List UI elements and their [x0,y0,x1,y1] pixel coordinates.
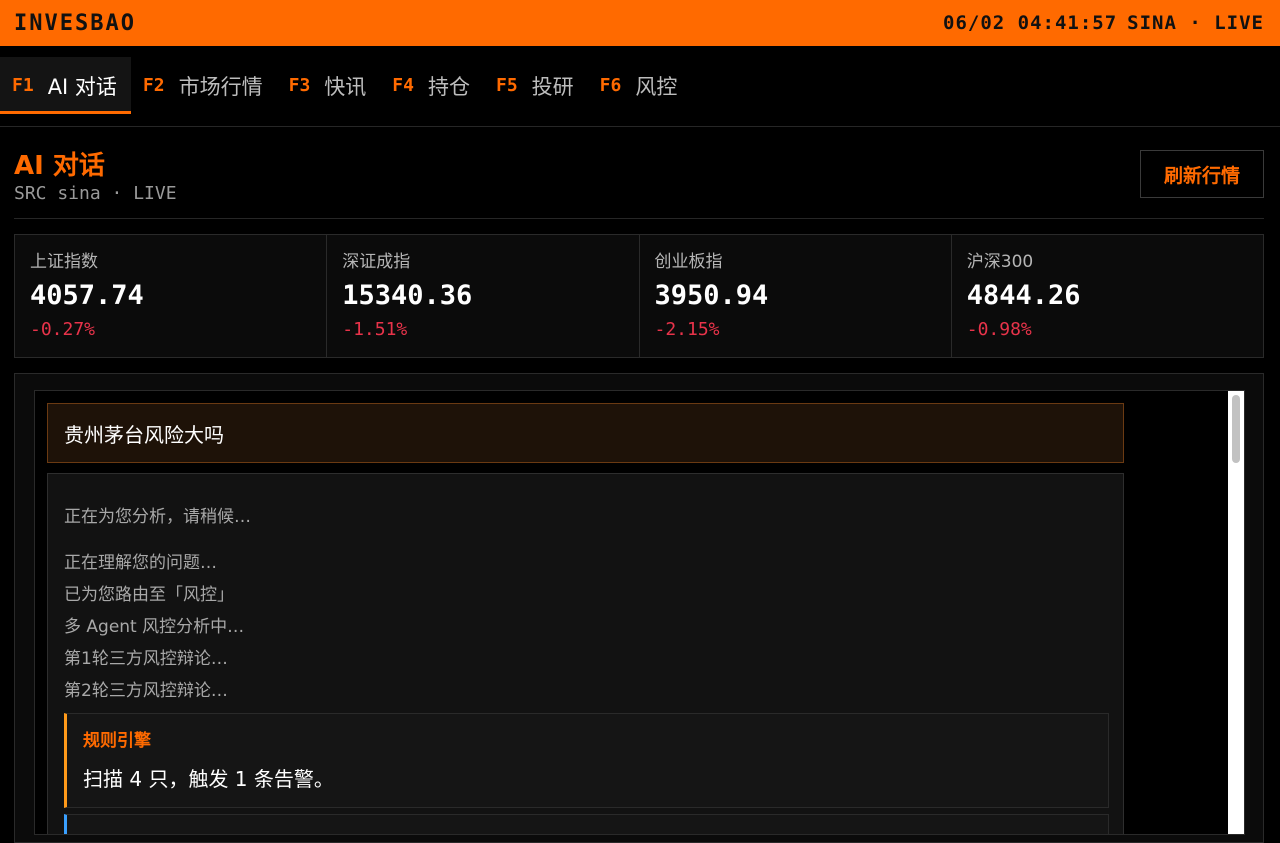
rule-card-body: 扫描 4 只，触发 1 条告警。 [83,767,334,791]
tab-label: 市场行情 [178,74,263,99]
status-line: 已为您路由至「风控」 [64,585,234,605]
tab-label: 快讯 [324,74,367,99]
status-clock: 06/02 04:41:57 SINA · LIVE [943,12,1264,34]
page-subtitle: SRC sina · LIVE [14,183,177,204]
index-name: 沪深300 [966,252,1034,272]
status-line: 第2轮三方风控辩论… [64,681,228,701]
app-brand: INVESBAO [14,10,136,36]
tab-key: F4 [392,75,414,96]
chat-container: 贵州茅台风险大吗 正在为您分析，请稍候… 正在理解您的问题… 已为您路由至「风控… [14,373,1264,843]
status-line: 多 Agent 风控分析中… [64,617,245,637]
tab-key: F2 [142,75,165,96]
index-card: 深证成指 15340.36 -1.51% [327,235,640,357]
tab-ai-chat[interactable]: F1 AI 对话 [0,57,131,114]
tab-research[interactable]: F5 投研 [484,57,588,114]
index-change: -0.27% [30,319,96,340]
page-header: AI 对话 SRC sina · LIVE 刷新行情 [14,127,1264,219]
tab-market[interactable]: F2 市场行情 [131,57,277,114]
status-line: 正在理解您的问题… [64,553,217,573]
index-card: 沪深300 4844.26 -0.98% [952,235,1263,357]
source-status-text: SINA · LIVE [1127,12,1264,34]
index-value: 3950.94 [654,280,769,311]
tab-label: 持仓 [427,74,470,99]
top-bar: INVESBAO 06/02 04:41:57 SINA · LIVE [0,0,1280,46]
index-name: 深证成指 [342,252,411,272]
rule-card-title: 规则引擎 [83,731,151,751]
tab-key: F1 [12,75,34,96]
tab-label: 风控 [635,74,678,99]
index-change: -1.51% [342,319,408,340]
status-line: 第1轮三方风控辩论… [64,649,228,669]
index-name: 上证指数 [30,252,98,272]
datetime-text: 06/02 04:41:57 [943,12,1118,34]
refresh-quotes-button[interactable]: 刷新行情 [1140,150,1264,198]
assistant-message: 正在为您分析，请稍候… 正在理解您的问题… 已为您路由至「风控」 多 Agent… [47,473,1124,834]
index-card: 创业板指 3950.94 -2.15% [640,235,952,357]
function-tabs: F1 AI 对话 F2 市场行情 F3 快讯 F4 持仓 F5 投研 F6 风控 [0,46,1280,127]
index-name: 创业板指 [654,252,723,272]
tab-risk[interactable]: F6 风控 [588,57,692,114]
scrollbar-thumb[interactable] [1232,395,1240,463]
index-change: -2.15% [654,319,720,340]
tab-key: F5 [495,75,518,96]
index-card: 上证指数 4057.74 -0.27% [15,235,328,357]
chat-scroll-area[interactable]: 贵州茅台风险大吗 正在为您分析，请稍候… 正在理解您的问题… 已为您路由至「风控… [34,390,1245,835]
tab-label: 投研 [531,74,574,99]
user-message: 贵州茅台风险大吗 [47,403,1124,463]
tab-news[interactable]: F3 快讯 [277,57,381,114]
tab-holdings[interactable]: F4 持仓 [380,57,484,114]
index-change: -0.98% [966,319,1032,340]
index-value: 4057.74 [30,280,144,311]
index-strip: 上证指数 4057.74 -0.27% 深证成指 15340.36 -1.51%… [14,234,1264,358]
chat-scrollbar[interactable] [1228,391,1244,834]
tab-label: AI 对话 [47,74,117,99]
tab-key: F6 [599,75,622,96]
index-value: 15340.36 [342,280,473,311]
index-value: 4844.26 [966,280,1081,311]
page-title: AI 对话 [14,151,105,181]
tab-key: F3 [288,75,311,96]
next-result-card [64,814,1109,834]
rule-engine-card: 规则引擎 扫描 4 只，触发 1 条告警。 [64,713,1109,808]
status-line: 正在为您分析，请稍候… [64,507,251,527]
